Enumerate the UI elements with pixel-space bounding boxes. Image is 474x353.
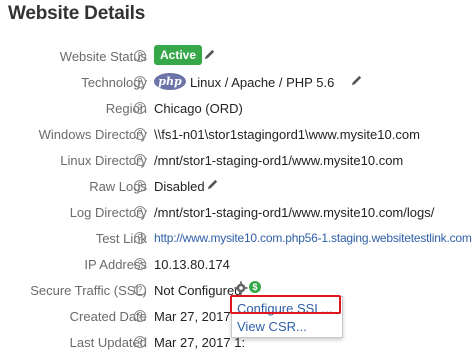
menu-item-view-csr[interactable]: View CSR...	[237, 319, 307, 334]
dollar-icon: $	[249, 281, 261, 293]
help-icon[interactable]: ?	[134, 76, 146, 88]
pencil-icon[interactable]	[203, 48, 216, 61]
php-logo-icon: php	[154, 73, 186, 90]
row-technology: Technology ? php Linux / Apache / PHP 5.…	[0, 73, 474, 93]
gear-icon[interactable]	[234, 281, 248, 295]
help-icon[interactable]: ?	[134, 258, 146, 270]
row-region: Region ? Chicago (ORD)	[0, 99, 474, 119]
help-icon[interactable]: ?	[134, 102, 146, 114]
status-badge: Active	[154, 45, 203, 65]
help-icon[interactable]: ?	[134, 206, 146, 218]
row-raw-logs: Raw Logs ? Disabled	[0, 177, 474, 197]
row-test-link: Test Link ? http://www.mysite10.com.php5…	[0, 229, 474, 249]
row-log-directory: Log Directory ? /mnt/stor1-staging-ord1/…	[0, 203, 474, 223]
row-ip-address: IP Address ? 10.13.80.174	[0, 255, 474, 275]
help-icon[interactable]: ?	[134, 154, 146, 166]
pencil-icon[interactable]	[350, 74, 363, 87]
help-icon[interactable]: ?	[134, 50, 146, 62]
highlight-box	[230, 295, 341, 314]
help-icon[interactable]: ?	[134, 128, 146, 140]
field-label: Windows Directory	[38, 127, 147, 142]
field-label: Secure Traffic (SSL)	[30, 283, 147, 298]
help-icon[interactable]: ?	[134, 336, 146, 348]
help-icon[interactable]: ?	[134, 284, 146, 296]
page-title: Website Details	[8, 3, 146, 24]
row-linux-directory: Linux Directory ? /mnt/stor1-staging-ord…	[0, 151, 474, 171]
ip-address-value: 10.13.80.174	[154, 257, 230, 272]
log-directory-value: /mnt/stor1-staging-ord1/www.mysite10.com…	[154, 205, 435, 220]
test-link[interactable]: http://www.mysite10.com.php56-1.staging.…	[154, 231, 472, 245]
region-value: Chicago (ORD)	[154, 101, 243, 116]
ssl-status-value: Not Configured	[154, 283, 242, 298]
row-windows-directory: Windows Directory ? \\fs1-n01\stor1stagi…	[0, 125, 474, 145]
help-icon[interactable]: ?	[134, 180, 146, 192]
pencil-icon[interactable]	[206, 178, 219, 191]
help-icon[interactable]: ?	[134, 310, 146, 322]
raw-logs-value: Disabled	[154, 179, 205, 194]
row-website-status: Website Status ? Active	[0, 45, 474, 67]
help-icon[interactable]: ?	[134, 232, 146, 244]
linux-directory-value: /mnt/stor1-staging-ord1/www.mysite10.com	[154, 153, 404, 168]
technology-value: Linux / Apache / PHP 5.6	[190, 75, 335, 90]
windows-directory-value: \\fs1-n01\stor1stagingord1\www.mysite10.…	[154, 127, 420, 142]
